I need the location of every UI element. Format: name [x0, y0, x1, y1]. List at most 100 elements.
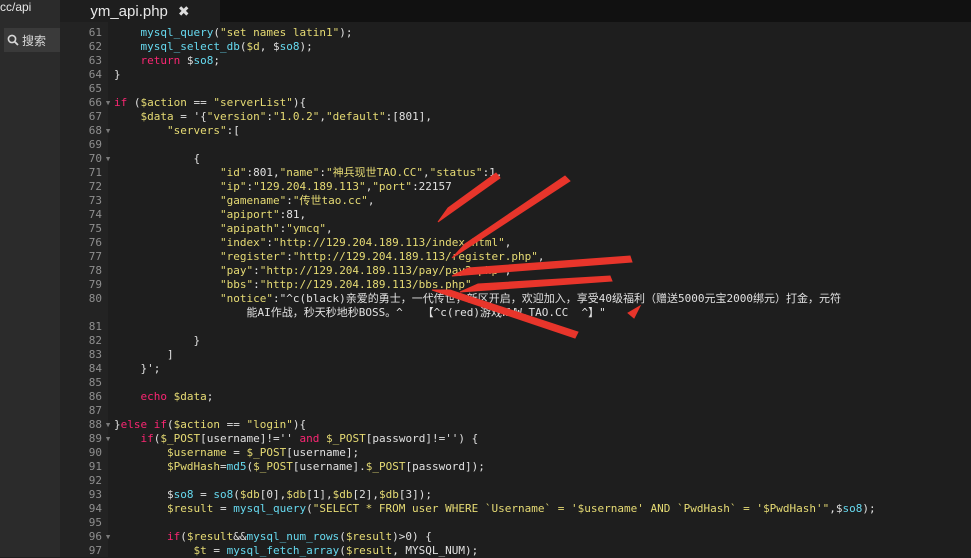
code-line[interactable]: 93 $so8 = so8($db[0],$db[1],$db[2],$db[3…: [60, 488, 971, 502]
line-number: 95: [88, 516, 102, 529]
line-number: 91: [88, 460, 102, 473]
line-number: 63: [88, 54, 102, 67]
code-editor[interactable]: 61 mysql_query("set names latin1"); 62 my…: [60, 26, 971, 558]
code-line[interactable]: 65: [60, 82, 971, 96]
line-number: 62: [88, 40, 102, 53]
line-number: 87: [88, 404, 102, 417]
line-number: 89: [88, 432, 102, 445]
tab-title: ym_api.php: [90, 2, 168, 20]
fold-marker-icon[interactable]: ▾: [102, 96, 114, 110]
line-number: 84: [88, 362, 102, 375]
code-line[interactable]: 95: [60, 516, 971, 530]
line-number: 97: [88, 544, 102, 557]
code-text: "servers":[: [166, 124, 240, 137]
fold-marker-icon[interactable]: ▾: [102, 124, 114, 138]
code-line[interactable]: 97 $t = mysql_fetch_array($result, MYSQL…: [60, 544, 971, 558]
line-number: 88: [88, 418, 102, 431]
fold-marker-icon[interactable]: ▾: [102, 152, 114, 166]
line-number: 73: [88, 194, 102, 207]
line-number: 96: [88, 530, 102, 543]
code-line[interactable]: 87: [60, 404, 971, 418]
fold-marker-icon[interactable]: ▾: [102, 418, 114, 432]
code-text: }';: [114, 362, 161, 375]
code-text: return $so8;: [140, 54, 221, 67]
code-line[interactable]: 66 ▾ if ($action == "serverList"){: [60, 96, 971, 110]
code-line[interactable]: 82 }: [60, 334, 971, 348]
code-line[interactable]: 68 ▾ "servers":[: [60, 124, 971, 138]
line-number: 82: [88, 334, 102, 347]
code-line[interactable]: 77 "register":"http://129.204.189.113/re…: [60, 250, 971, 264]
line-number: 80: [88, 292, 102, 305]
code-line[interactable]: 91 $PwdHash=md5($_POST[username].$_POST[…: [60, 460, 971, 474]
code-text: mysql_select_db($d, $so8);: [140, 40, 313, 53]
line-number: 65: [88, 82, 102, 95]
line-number: 70: [88, 152, 102, 165]
code-text: "apiport":81,: [219, 208, 307, 221]
line-number: 77: [88, 250, 102, 263]
code-line[interactable]: 83 ]: [60, 348, 971, 362]
code-line[interactable]: 86 echo $data;: [60, 390, 971, 404]
code-line[interactable]: 90 $username = $_POST[username];: [60, 446, 971, 460]
code-line[interactable]: 74 "apiport":81,: [60, 208, 971, 222]
code-text: "id":801,"name":"神兵现世TAO.CC","status":1,: [219, 166, 503, 179]
code-text: "pay":"http://129.204.189.113/pay/pay2.p…: [219, 264, 512, 277]
code-text: echo $data;: [140, 390, 214, 403]
code-line[interactable]: 94 $result = mysql_query("SELECT * FROM …: [60, 502, 971, 516]
code-line[interactable]: 75 "apipath":"ymcq",: [60, 222, 971, 236]
code-line[interactable]: 92: [60, 474, 971, 488]
code-line[interactable]: 79 "bbs":"http://129.204.189.113/bbs.php…: [60, 278, 971, 292]
code-text: if($_POST[username]!='' and $_POST[passw…: [140, 432, 479, 445]
fold-marker-icon[interactable]: ▾: [102, 530, 114, 544]
code-text: }: [114, 334, 201, 347]
line-number: 72: [88, 180, 102, 193]
line-number: 78: [88, 264, 102, 277]
code-text: "register":"http://129.204.189.113/regis…: [219, 250, 545, 263]
code-line[interactable]: 78 "pay":"http://129.204.189.113/pay/pay…: [60, 264, 971, 278]
code-line[interactable]: 69: [60, 138, 971, 152]
code-text: "gamename":"传世tao.cc",: [219, 194, 375, 207]
code-line[interactable]: 64}: [60, 68, 971, 82]
code-line[interactable]: 能AI作战，秒天秒地秒BOSS。^ 【^c(red)游戏WWW.TAO.CC ^…: [60, 306, 971, 320]
line-number: 69: [88, 138, 102, 151]
code-text: $t = mysql_fetch_array($result, MYSQL_NU…: [193, 544, 479, 557]
code-text: "ip":"129.204.189.113","port":22157: [219, 180, 452, 193]
code-line[interactable]: 88 ▾}else if($action == "login"){: [60, 418, 971, 432]
line-number: 93: [88, 488, 102, 501]
code-line[interactable]: 73 "gamename":"传世tao.cc",: [60, 194, 971, 208]
line-number: 61: [88, 26, 102, 39]
line-number: 67: [88, 110, 102, 123]
search-button[interactable]: 搜索: [4, 28, 60, 52]
line-number: 90: [88, 446, 102, 459]
code-line[interactable]: 80 "notice":"^c(black)亲爱的勇士，一代传世，新区开启，欢迎…: [60, 292, 971, 306]
code-line[interactable]: 72 "ip":"129.204.189.113","port":22157: [60, 180, 971, 194]
line-number: 76: [88, 236, 102, 249]
code-text: $result = mysql_query("SELECT * FROM use…: [166, 502, 876, 515]
code-text: $username = $_POST[username];: [166, 446, 360, 459]
line-number: 86: [88, 390, 102, 403]
code-line[interactable]: 76 "index":"http://129.204.189.113/index…: [60, 236, 971, 250]
code-text: }: [114, 68, 121, 81]
line-number: 75: [88, 222, 102, 235]
code-line[interactable]: 63 return $so8;: [60, 54, 971, 68]
close-icon[interactable]: ✖: [178, 3, 190, 20]
line-number: 64: [88, 68, 102, 81]
code-text: 能AI作战，秒天秒地秒BOSS。^ 【^c(red)游戏WWW.TAO.CC ^…: [114, 306, 606, 319]
code-line[interactable]: 67 $data = '{"version":"1.0.2","default"…: [60, 110, 971, 124]
code-line[interactable]: 96 ▾ if($result&&mysql_num_rows($result)>…: [60, 530, 971, 544]
code-text: if($result&&mysql_num_rows($result)>0) {: [166, 530, 432, 543]
code-line[interactable]: 85: [60, 376, 971, 390]
left-panel: cc/api 搜索: [0, 0, 60, 557]
line-number: 68: [88, 124, 102, 137]
line-number: 94: [88, 502, 102, 515]
code-line[interactable]: 71 "id":801,"name":"神兵现世TAO.CC","status"…: [60, 166, 971, 180]
code-line[interactable]: 62 mysql_select_db($d, $so8);: [60, 40, 971, 54]
tab-ym-api-php[interactable]: ym_api.php ✖: [60, 0, 220, 22]
code-line[interactable]: 84 }';: [60, 362, 971, 376]
line-number: 81: [88, 320, 102, 333]
code-line[interactable]: 81: [60, 320, 971, 334]
code-line[interactable]: 70 ▾ {: [60, 152, 971, 166]
code-line[interactable]: 89 ▾ if($_POST[username]!='' and $_POST[p…: [60, 432, 971, 446]
code-text: "bbs":"http://129.204.189.113/bbs.php",: [219, 278, 479, 291]
code-line[interactable]: 61 mysql_query("set names latin1");: [60, 26, 971, 40]
fold-marker-icon[interactable]: ▾: [102, 432, 114, 446]
